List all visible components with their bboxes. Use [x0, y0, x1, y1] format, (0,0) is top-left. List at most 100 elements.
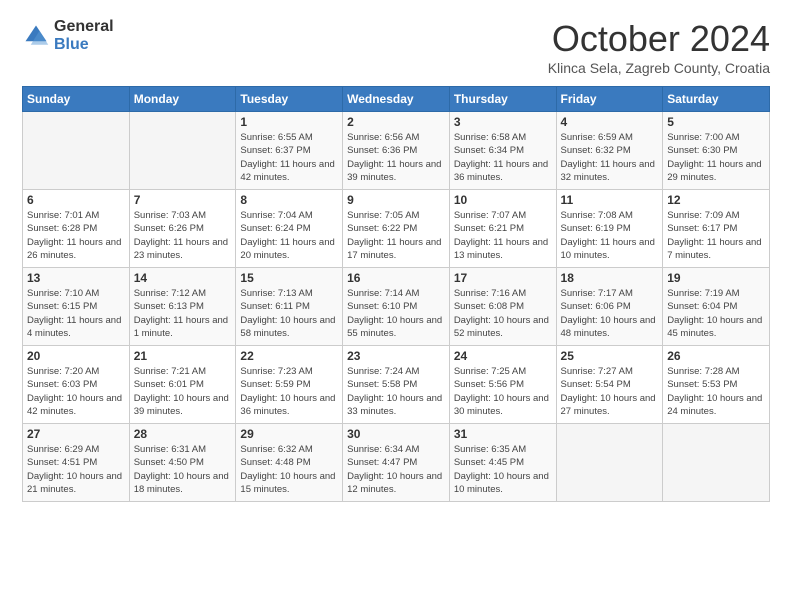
calendar-cell: 5 Sunrise: 7:00 AM Sunset: 6:30 PM Daylig…: [663, 112, 770, 190]
calendar-cell: 26 Sunrise: 7:28 AM Sunset: 5:53 PM Dayli…: [663, 346, 770, 424]
weekday-header-sunday: Sunday: [23, 87, 130, 112]
day-info: Sunrise: 7:28 AM Sunset: 5:53 PM Dayligh…: [667, 365, 765, 418]
calendar-cell: 27 Sunrise: 6:29 AM Sunset: 4:51 PM Dayli…: [23, 424, 130, 502]
weekday-header-tuesday: Tuesday: [236, 87, 343, 112]
calendar-cell: 12 Sunrise: 7:09 AM Sunset: 6:17 PM Dayli…: [663, 190, 770, 268]
day-number: 6: [27, 193, 125, 207]
calendar-week-1: 1 Sunrise: 6:55 AM Sunset: 6:37 PM Daylig…: [23, 112, 770, 190]
calendar-cell: 15 Sunrise: 7:13 AM Sunset: 6:11 PM Dayli…: [236, 268, 343, 346]
day-info: Sunrise: 7:16 AM Sunset: 6:08 PM Dayligh…: [454, 287, 552, 340]
calendar-cell: 28 Sunrise: 6:31 AM Sunset: 4:50 PM Dayli…: [129, 424, 236, 502]
weekday-header-wednesday: Wednesday: [343, 87, 450, 112]
logo-icon: [22, 22, 50, 50]
calendar-cell: 22Sunrise: 7:23 AM Sunset: 5:59 PM Dayli…: [236, 346, 343, 424]
day-info: Sunrise: 6:58 AM Sunset: 6:34 PM Dayligh…: [454, 131, 552, 184]
day-info: Sunrise: 7:14 AM Sunset: 6:10 PM Dayligh…: [347, 287, 445, 340]
day-info: Sunrise: 7:04 AM Sunset: 6:24 PM Dayligh…: [240, 209, 338, 262]
page: General Blue October 2024 Klinca Sela, Z…: [0, 0, 792, 612]
day-info: Sunrise: 7:03 AM Sunset: 6:26 PM Dayligh…: [134, 209, 232, 262]
logo-text: General Blue: [54, 18, 114, 53]
title-block: October 2024 Klinca Sela, Zagreb County,…: [548, 18, 770, 76]
day-info: Sunrise: 7:12 AM Sunset: 6:13 PM Dayligh…: [134, 287, 232, 340]
weekday-header-saturday: Saturday: [663, 87, 770, 112]
day-number: 13: [27, 271, 125, 285]
logo-general-text: General: [54, 18, 114, 36]
calendar-cell: [556, 424, 663, 502]
calendar-cell: 18Sunrise: 7:17 AM Sunset: 6:06 PM Dayli…: [556, 268, 663, 346]
day-number: 2: [347, 115, 445, 129]
day-info: Sunrise: 7:01 AM Sunset: 6:28 PM Dayligh…: [27, 209, 125, 262]
weekday-header-monday: Monday: [129, 87, 236, 112]
day-number: 7: [134, 193, 232, 207]
calendar-cell: 1 Sunrise: 6:55 AM Sunset: 6:37 PM Daylig…: [236, 112, 343, 190]
day-info: Sunrise: 7:27 AM Sunset: 5:54 PM Dayligh…: [561, 365, 659, 418]
calendar-table: SundayMondayTuesdayWednesdayThursdayFrid…: [22, 86, 770, 502]
calendar-week-3: 13 Sunrise: 7:10 AM Sunset: 6:15 PM Dayli…: [23, 268, 770, 346]
day-info: Sunrise: 6:55 AM Sunset: 6:37 PM Dayligh…: [240, 131, 338, 184]
day-info: Sunrise: 7:21 AM Sunset: 6:01 PM Dayligh…: [134, 365, 232, 418]
day-info: Sunrise: 7:08 AM Sunset: 6:19 PM Dayligh…: [561, 209, 659, 262]
day-number: 9: [347, 193, 445, 207]
day-info: Sunrise: 6:34 AM Sunset: 4:47 PM Dayligh…: [347, 443, 445, 496]
weekday-header-thursday: Thursday: [449, 87, 556, 112]
day-info: Sunrise: 6:31 AM Sunset: 4:50 PM Dayligh…: [134, 443, 232, 496]
calendar-cell: 30Sunrise: 6:34 AM Sunset: 4:47 PM Dayli…: [343, 424, 450, 502]
day-info: Sunrise: 7:09 AM Sunset: 6:17 PM Dayligh…: [667, 209, 765, 262]
day-number: 15: [240, 271, 338, 285]
calendar-cell: 11 Sunrise: 7:08 AM Sunset: 6:19 PM Dayli…: [556, 190, 663, 268]
calendar-cell: 25 Sunrise: 7:27 AM Sunset: 5:54 PM Dayli…: [556, 346, 663, 424]
day-info: Sunrise: 6:29 AM Sunset: 4:51 PM Dayligh…: [27, 443, 125, 496]
calendar-cell: [663, 424, 770, 502]
day-info: Sunrise: 7:00 AM Sunset: 6:30 PM Dayligh…: [667, 131, 765, 184]
day-number: 24: [454, 349, 552, 363]
calendar-cell: [23, 112, 130, 190]
day-info: Sunrise: 6:35 AM Sunset: 4:45 PM Dayligh…: [454, 443, 552, 496]
day-number: 19: [667, 271, 765, 285]
calendar-cell: 19 Sunrise: 7:19 AM Sunset: 6:04 PM Dayli…: [663, 268, 770, 346]
calendar-cell: 31Sunrise: 6:35 AM Sunset: 4:45 PM Dayli…: [449, 424, 556, 502]
day-info: Sunrise: 6:32 AM Sunset: 4:48 PM Dayligh…: [240, 443, 338, 496]
day-number: 26: [667, 349, 765, 363]
day-number: 11: [561, 193, 659, 207]
day-number: 28: [134, 427, 232, 441]
calendar-cell: 16Sunrise: 7:14 AM Sunset: 6:10 PM Dayli…: [343, 268, 450, 346]
calendar-cell: 20 Sunrise: 7:20 AM Sunset: 6:03 PM Dayli…: [23, 346, 130, 424]
calendar-cell: 17Sunrise: 7:16 AM Sunset: 6:08 PM Dayli…: [449, 268, 556, 346]
day-number: 1: [240, 115, 338, 129]
calendar-cell: 3Sunrise: 6:58 AM Sunset: 6:34 PM Daylig…: [449, 112, 556, 190]
day-number: 29: [240, 427, 338, 441]
day-number: 27: [27, 427, 125, 441]
day-number: 5: [667, 115, 765, 129]
day-info: Sunrise: 7:25 AM Sunset: 5:56 PM Dayligh…: [454, 365, 552, 418]
calendar-cell: 6 Sunrise: 7:01 AM Sunset: 6:28 PM Daylig…: [23, 190, 130, 268]
calendar-cell: 29 Sunrise: 6:32 AM Sunset: 4:48 PM Dayli…: [236, 424, 343, 502]
day-info: Sunrise: 7:10 AM Sunset: 6:15 PM Dayligh…: [27, 287, 125, 340]
logo: General Blue: [22, 18, 114, 53]
calendar-cell: 7 Sunrise: 7:03 AM Sunset: 6:26 PM Daylig…: [129, 190, 236, 268]
day-info: Sunrise: 7:17 AM Sunset: 6:06 PM Dayligh…: [561, 287, 659, 340]
day-number: 12: [667, 193, 765, 207]
day-info: Sunrise: 6:56 AM Sunset: 6:36 PM Dayligh…: [347, 131, 445, 184]
day-number: 20: [27, 349, 125, 363]
calendar-cell: 10 Sunrise: 7:07 AM Sunset: 6:21 PM Dayli…: [449, 190, 556, 268]
calendar-cell: 23 Sunrise: 7:24 AM Sunset: 5:58 PM Dayli…: [343, 346, 450, 424]
calendar-cell: 13 Sunrise: 7:10 AM Sunset: 6:15 PM Dayli…: [23, 268, 130, 346]
day-info: Sunrise: 7:07 AM Sunset: 6:21 PM Dayligh…: [454, 209, 552, 262]
day-number: 23: [347, 349, 445, 363]
calendar-week-5: 27 Sunrise: 6:29 AM Sunset: 4:51 PM Dayli…: [23, 424, 770, 502]
day-info: Sunrise: 7:20 AM Sunset: 6:03 PM Dayligh…: [27, 365, 125, 418]
calendar-cell: 21Sunrise: 7:21 AM Sunset: 6:01 PM Dayli…: [129, 346, 236, 424]
calendar-cell: [129, 112, 236, 190]
day-info: Sunrise: 7:13 AM Sunset: 6:11 PM Dayligh…: [240, 287, 338, 340]
day-info: Sunrise: 7:23 AM Sunset: 5:59 PM Dayligh…: [240, 365, 338, 418]
calendar-cell: 14Sunrise: 7:12 AM Sunset: 6:13 PM Dayli…: [129, 268, 236, 346]
day-number: 25: [561, 349, 659, 363]
day-info: Sunrise: 7:19 AM Sunset: 6:04 PM Dayligh…: [667, 287, 765, 340]
month-title: October 2024: [548, 18, 770, 60]
day-info: Sunrise: 7:24 AM Sunset: 5:58 PM Dayligh…: [347, 365, 445, 418]
weekday-header-row: SundayMondayTuesdayWednesdayThursdayFrid…: [23, 87, 770, 112]
weekday-header-friday: Friday: [556, 87, 663, 112]
day-info: Sunrise: 7:05 AM Sunset: 6:22 PM Dayligh…: [347, 209, 445, 262]
header: General Blue October 2024 Klinca Sela, Z…: [22, 18, 770, 76]
day-number: 10: [454, 193, 552, 207]
